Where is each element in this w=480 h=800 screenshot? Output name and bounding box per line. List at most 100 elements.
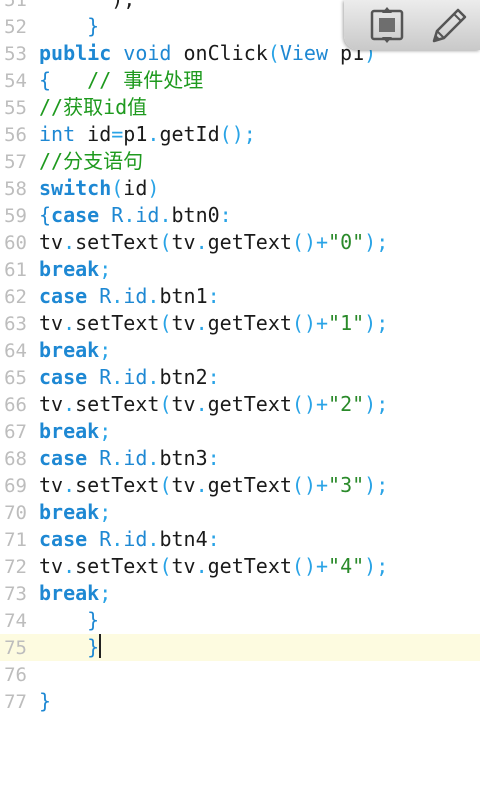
code-token: (: [159, 392, 172, 416]
code-token: onClick: [171, 41, 268, 65]
code-text[interactable]: case R.id.btn4:: [39, 526, 220, 553]
code-line[interactable]: 62 case R.id.btn1:: [0, 283, 480, 310]
code-text[interactable]: { // 事件处理: [39, 67, 203, 94]
code-line[interactable]: 75 }: [0, 634, 480, 661]
code-line[interactable]: 69 tv.setText(tv.getText()+"3");: [0, 472, 480, 499]
code-token: .: [111, 527, 124, 551]
code-line[interactable]: 65 case R.id.btn2:: [0, 364, 480, 391]
code-text[interactable]: break;: [39, 418, 111, 445]
code-text[interactable]: tv.setText(tv.getText()+"2");: [39, 391, 388, 418]
code-line[interactable]: 67 break;: [0, 418, 480, 445]
code-text[interactable]: break;: [39, 499, 111, 526]
line-number: 69: [4, 475, 27, 497]
code-token: // 事件处理: [51, 68, 204, 92]
code-token: tv: [171, 554, 196, 578]
code-token: public: [39, 41, 112, 65]
code-line[interactable]: 76: [0, 661, 480, 688]
code-text[interactable]: {case R.id.btn0:: [39, 202, 232, 229]
code-line[interactable]: 56 int id=p1.getId();: [0, 121, 480, 148]
line-number: 71: [4, 529, 27, 551]
code-token: btn1: [159, 284, 208, 308]
code-editor[interactable]: 51 );52 }53public void onClick(View p1)5…: [0, 0, 480, 800]
code-token: (: [111, 176, 124, 200]
code-text[interactable]: }: [39, 607, 99, 634]
code-token: .: [195, 230, 208, 254]
code-text[interactable]: case R.id.btn1:: [39, 283, 220, 310]
line-number: 76: [4, 664, 27, 686]
code-token: //分支语句: [39, 149, 144, 173]
code-text[interactable]: }: [39, 688, 51, 715]
code-token: setText: [75, 392, 160, 416]
code-text[interactable]: switch(id): [39, 175, 159, 202]
code-text[interactable]: tv.setText(tv.getText()+"1");: [39, 310, 388, 337]
code-text[interactable]: tv.setText(tv.getText()+"4");: [39, 553, 388, 580]
code-text[interactable]: //获取id值: [39, 94, 147, 121]
code-line[interactable]: 66 tv.setText(tv.getText()+"2");: [0, 391, 480, 418]
code-text[interactable]: tv.setText(tv.getText()+"3");: [39, 472, 388, 499]
code-token: .: [63, 473, 76, 497]
code-line[interactable]: 71 case R.id.btn4:: [0, 526, 480, 553]
code-text[interactable]: break;: [39, 580, 111, 607]
code-text[interactable]: case R.id.btn3:: [39, 445, 220, 472]
code-text[interactable]: public void onClick(View p1): [39, 40, 376, 67]
code-token: case: [39, 284, 88, 308]
code-line[interactable]: 54 { // 事件处理: [0, 67, 480, 94]
line-number: 54: [4, 70, 27, 92]
code-line[interactable]: 58 switch(id): [0, 175, 480, 202]
fullscreen-toggle-button[interactable]: [364, 3, 410, 47]
code-token: );: [364, 230, 389, 254]
code-token: (: [159, 311, 172, 335]
code-line[interactable]: 73 break;: [0, 580, 480, 607]
code-line[interactable]: 68 case R.id.btn3:: [0, 445, 480, 472]
code-line[interactable]: 70 break;: [0, 499, 480, 526]
code-token: .: [147, 122, 160, 146]
code-text[interactable]: }: [39, 13, 99, 40]
line-number: 61: [4, 259, 27, 281]
code-token: tv: [39, 392, 64, 416]
code-token: getId: [159, 122, 220, 146]
code-token: .: [111, 365, 124, 389]
code-line[interactable]: 72 tv.setText(tv.getText()+"4");: [0, 553, 480, 580]
code-token: :: [207, 365, 220, 389]
code-text[interactable]: //分支语句: [39, 148, 143, 175]
line-number: 75: [4, 637, 27, 659]
code-token: R: [87, 284, 112, 308]
line-number: 77: [4, 691, 27, 713]
code-token: R: [87, 365, 112, 389]
code-line[interactable]: 64 break;: [0, 337, 480, 364]
code-text[interactable]: }: [39, 634, 102, 661]
code-token: btn2: [159, 365, 208, 389]
code-line[interactable]: 74 }: [0, 607, 480, 634]
code-token: switch: [39, 176, 112, 200]
code-token: .: [195, 311, 208, 335]
code-token: {: [39, 68, 52, 92]
code-token: "1": [328, 311, 365, 335]
code-token: .: [63, 554, 76, 578]
code-token: ();: [219, 122, 256, 146]
line-number: 51: [4, 0, 27, 11]
code-line[interactable]: 77}: [0, 688, 480, 715]
code-token: .: [111, 446, 124, 470]
edit-button[interactable]: [424, 3, 470, 47]
code-token: .: [195, 392, 208, 416]
code-text[interactable]: break;: [39, 337, 111, 364]
code-text[interactable]: case R.id.btn2:: [39, 364, 220, 391]
code-line[interactable]: 57 //分支语句: [0, 148, 480, 175]
code-text[interactable]: tv.setText(tv.getText()+"0");: [39, 229, 388, 256]
code-token: View: [279, 41, 329, 65]
line-number: 74: [4, 610, 27, 632]
code-line[interactable]: 61 break;: [0, 256, 480, 283]
code-token: int: [39, 122, 76, 146]
code-text[interactable]: int id=p1.getId();: [39, 121, 256, 148]
code-token: );: [364, 554, 389, 578]
code-token: );: [364, 473, 389, 497]
code-line[interactable]: 60 tv.setText(tv.getText()+"0");: [0, 229, 480, 256]
code-line[interactable]: 63 tv.setText(tv.getText()+"1");: [0, 310, 480, 337]
code-token: .: [63, 392, 76, 416]
code-text[interactable]: );: [39, 0, 135, 13]
code-token: tv: [171, 392, 196, 416]
code-line[interactable]: 59 {case R.id.btn0:: [0, 202, 480, 229]
code-text[interactable]: break;: [39, 256, 111, 283]
code-token: "4": [328, 554, 365, 578]
code-line[interactable]: 55 //获取id值: [0, 94, 480, 121]
